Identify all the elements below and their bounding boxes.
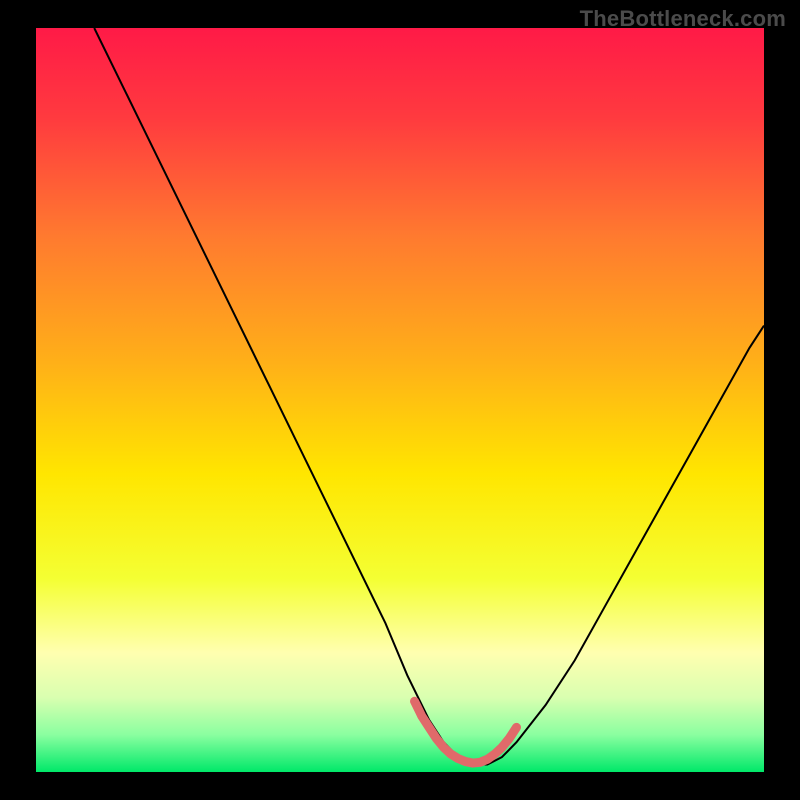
chart-svg: [36, 28, 764, 772]
bottleneck-chart: [36, 28, 764, 772]
chart-frame: TheBottleneck.com: [0, 0, 800, 800]
watermark-text: TheBottleneck.com: [580, 6, 786, 32]
